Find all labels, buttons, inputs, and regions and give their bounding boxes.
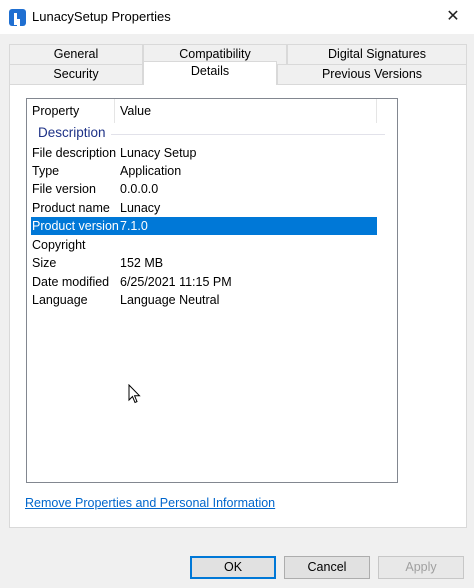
list-item[interactable]: Type Application — [31, 162, 377, 180]
ok-button[interactable]: OK — [190, 556, 276, 579]
window-title: LunacySetup Properties — [32, 9, 171, 24]
property-name: Product version — [32, 219, 119, 233]
lunacy-app-icon — [9, 9, 26, 26]
property-name: Size — [32, 256, 57, 270]
property-name: File description — [32, 146, 117, 160]
list-item[interactable]: File version 0.0.0.0 — [31, 180, 377, 198]
list-item[interactable]: Date modified 6/25/2021 11:15 PM — [31, 273, 377, 291]
property-value: Lunacy Setup — [120, 146, 197, 160]
list-header: Property Value — [27, 99, 397, 123]
property-name: File version — [32, 182, 96, 196]
remove-properties-link[interactable]: Remove Properties and Personal Informati… — [25, 496, 275, 510]
column-header-value[interactable]: Value — [115, 99, 377, 123]
close-button[interactable]: ✕ — [438, 2, 468, 32]
apply-button[interactable]: Apply — [378, 556, 464, 579]
property-name: Date modified — [32, 275, 110, 289]
mouse-pointer-icon — [128, 384, 141, 404]
property-value: 152 MB — [120, 256, 164, 270]
list-item[interactable]: Size 152 MB — [31, 254, 377, 272]
tab-general[interactable]: General — [9, 44, 143, 64]
list-item[interactable]: Copyright — [31, 236, 377, 254]
property-value: Language Neutral — [120, 293, 220, 307]
property-value: 6/25/2021 11:15 PM — [120, 275, 232, 289]
group-label: Description — [38, 125, 106, 140]
tab-digital-signatures[interactable]: Digital Signatures — [287, 44, 467, 64]
cancel-button[interactable]: Cancel — [284, 556, 370, 579]
group-divider — [111, 134, 385, 135]
property-value: 0.0.0.0 — [120, 182, 159, 196]
column-header-property[interactable]: Property — [27, 99, 115, 123]
property-name: Language — [32, 293, 88, 307]
list-item[interactable]: Language Language Neutral — [31, 291, 377, 309]
tab-details[interactable]: Details — [143, 61, 277, 85]
list-item-selected[interactable]: Product version 7.1.0 — [31, 217, 377, 235]
tab-previous-versions[interactable]: Previous Versions — [277, 64, 467, 84]
tab-security[interactable]: Security — [9, 64, 143, 84]
property-value: 7.1.0 — [120, 219, 148, 233]
group-description: Description — [27, 123, 397, 145]
list-item[interactable]: Product name Lunacy — [31, 199, 377, 217]
property-value: Application — [120, 164, 182, 178]
list-item[interactable]: File description Lunacy Setup — [31, 144, 377, 162]
property-name: Copyright — [32, 238, 86, 252]
title-bar: LunacySetup Properties ✕ — [0, 0, 474, 34]
property-name: Type — [32, 164, 60, 178]
details-list[interactable]: Property Value Description File descript… — [26, 98, 398, 483]
property-name: Product name — [32, 201, 110, 215]
property-value: Lunacy — [120, 201, 161, 215]
